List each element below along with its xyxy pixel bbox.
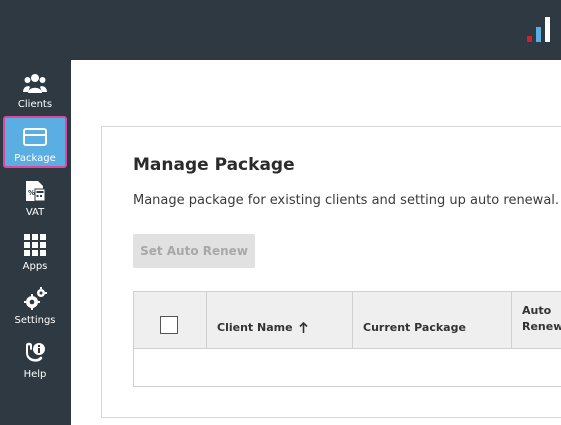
- sidebar-item-label: VAT: [25, 207, 45, 218]
- sidebar-item-label: Settings: [14, 315, 56, 326]
- card-icon: [22, 124, 48, 150]
- sidebar-item-label: Help: [23, 369, 47, 380]
- column-label: Current Package: [363, 321, 466, 334]
- brand-logo: [527, 17, 550, 42]
- select-all-column: [134, 292, 207, 348]
- sidebar-item-settings[interactable]: Settings: [3, 280, 67, 330]
- users-icon: [22, 70, 48, 96]
- sidebar-item-help[interactable]: Help: [3, 334, 67, 384]
- column-header-current-package[interactable]: Current Package: [353, 292, 512, 348]
- main-content: Manage Package Manage package for existi…: [71, 60, 561, 425]
- manage-package-card: Manage Package Manage package for existi…: [101, 126, 561, 418]
- svg-text:%: %: [28, 189, 35, 197]
- help-icon: [22, 340, 48, 366]
- sidebar-item-apps[interactable]: Apps: [3, 226, 67, 276]
- column-header-client-name[interactable]: Client Name: [207, 292, 353, 348]
- page-description: Manage package for existing clients and …: [133, 193, 560, 208]
- clients-package-table: Client Name Current Package Auto Renew: [133, 291, 561, 387]
- page-title: Manage Package: [133, 155, 295, 175]
- sidebar-item-label: Apps: [22, 261, 48, 272]
- column-label: Client Name: [217, 321, 293, 334]
- sidebar-item-clients[interactable]: Clients: [3, 64, 67, 114]
- sidebar: Clients Package % VAT Apps Settings Help: [0, 60, 71, 425]
- gears-icon: [22, 286, 48, 312]
- column-label: Auto Renew: [522, 304, 561, 333]
- select-all-checkbox[interactable]: [160, 316, 178, 334]
- table-empty-row: [134, 349, 561, 387]
- set-auto-renew-button[interactable]: Set Auto Renew: [133, 234, 255, 268]
- top-bar: [0, 0, 561, 60]
- vat-document-icon: %: [22, 178, 48, 204]
- table-header: Client Name Current Package Auto Renew: [134, 292, 561, 349]
- sidebar-item-vat[interactable]: % VAT: [3, 172, 67, 222]
- sort-ascending-icon[interactable]: [298, 322, 308, 333]
- sidebar-item-package[interactable]: Package: [3, 116, 67, 168]
- column-header-auto-renew[interactable]: Auto Renew: [512, 292, 561, 348]
- apps-grid-icon: [22, 232, 48, 258]
- sidebar-item-label: Package: [14, 153, 56, 164]
- sidebar-item-label: Clients: [17, 99, 53, 110]
